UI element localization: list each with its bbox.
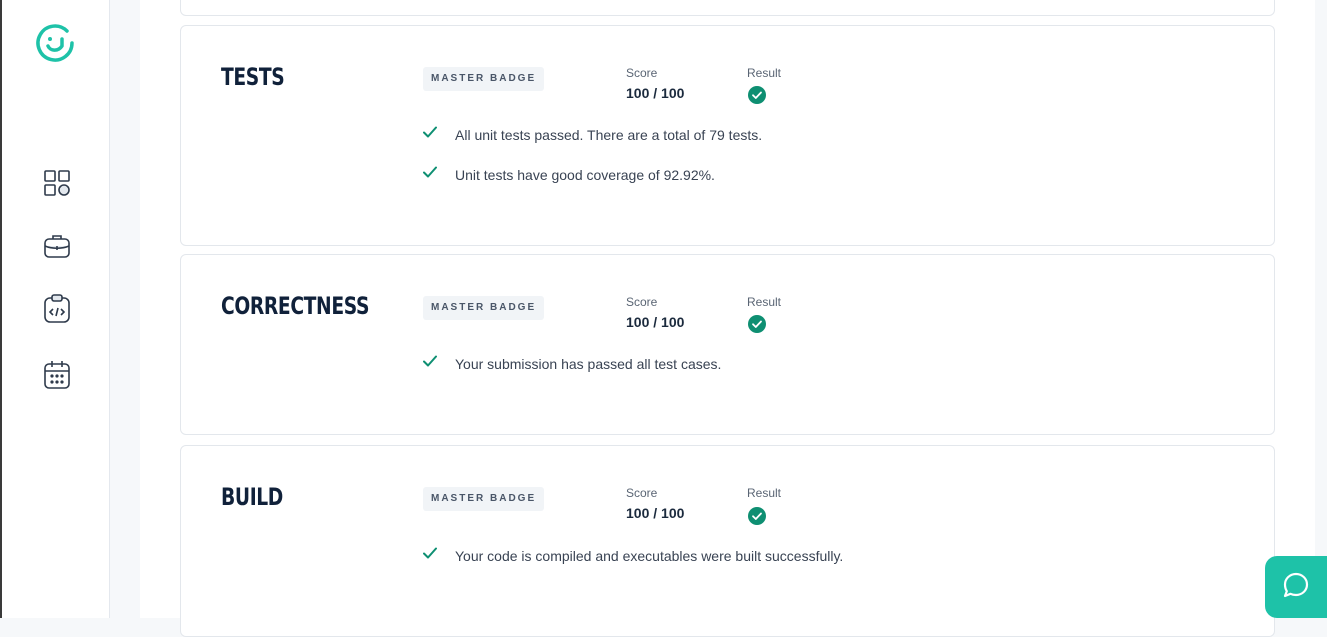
logo-icon[interactable] (34, 22, 76, 64)
section-title: BUILD (221, 483, 283, 511)
score-value: 100 / 100 (626, 505, 685, 521)
check-icon (423, 354, 437, 367)
chat-bubble-icon (1282, 571, 1310, 604)
master-badge: MASTER BADGE (423, 296, 545, 320)
build-section-card: BUILD MASTER BADGE Score 100 / 100 Resul… (180, 445, 1275, 637)
check-icon (423, 546, 437, 559)
master-badge: MASTER BADGE (423, 67, 545, 91)
result-label: Result (747, 486, 782, 500)
correctness-section-card: CORRECTNESS MASTER BADGE Score 100 / 100… (180, 254, 1275, 435)
master-badge: MASTER BADGE (423, 487, 545, 511)
code-clipboard-icon[interactable] (40, 292, 74, 326)
section-title: CORRECTNESS (221, 292, 370, 320)
score-value: 100 / 100 (626, 85, 685, 101)
score-label: Score (626, 66, 658, 80)
message-text: All unit tests passed. There are a total… (455, 127, 763, 143)
main-content: TESTS MASTER BADGE Score 100 / 100 Resul… (140, 0, 1315, 637)
section-title: TESTS (221, 63, 285, 91)
message-text: Your code is compiled and executables we… (455, 548, 844, 564)
tests-section-card: TESTS MASTER BADGE Score 100 / 100 Resul… (180, 25, 1275, 246)
message-text: Unit tests have good coverage of 92.92%. (455, 167, 715, 183)
calendar-icon[interactable] (40, 358, 74, 392)
check-circle-icon (748, 86, 766, 104)
result-label: Result (747, 66, 782, 80)
dashboard-icon[interactable] (40, 166, 74, 200)
previous-section-card (180, 0, 1275, 16)
score-label: Score (626, 295, 658, 309)
sidebar (2, 0, 110, 618)
message-text: Your submission has passed all test case… (455, 356, 722, 372)
result-label: Result (747, 295, 782, 309)
check-circle-icon (748, 507, 766, 525)
score-label: Score (626, 486, 658, 500)
chat-button[interactable] (1265, 556, 1327, 618)
check-icon (423, 165, 437, 178)
check-icon (423, 125, 437, 138)
score-value: 100 / 100 (626, 314, 685, 330)
briefcase-icon[interactable] (40, 229, 74, 263)
check-circle-icon (748, 315, 766, 333)
